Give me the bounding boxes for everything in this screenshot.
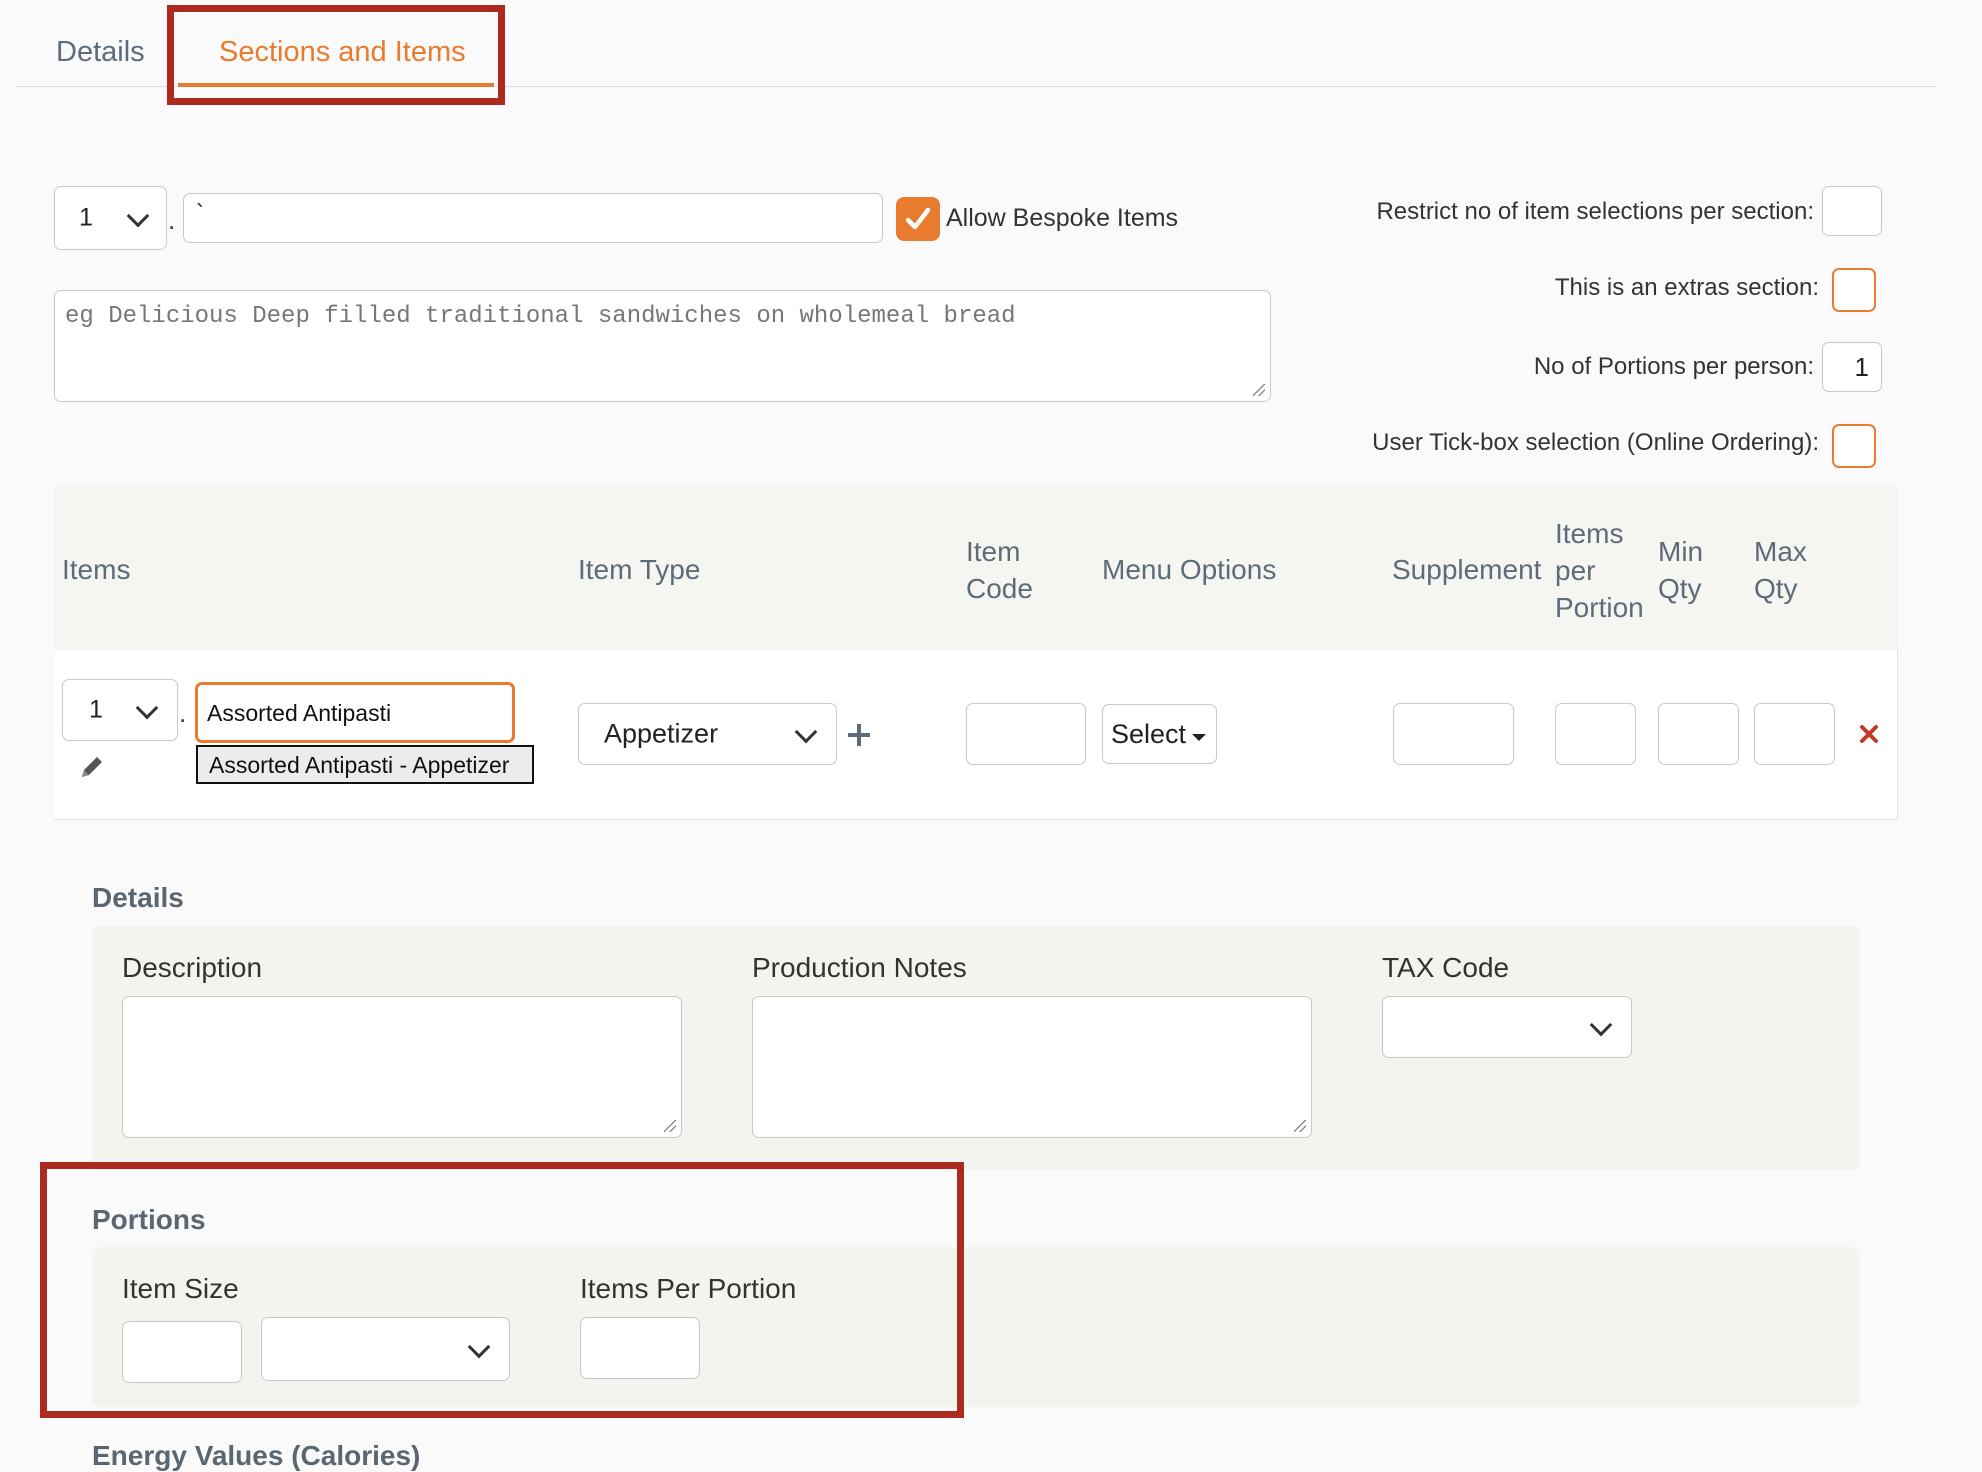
item-number-select[interactable]: 1 (62, 679, 178, 741)
section-name-value: ` (196, 200, 204, 227)
header-max-qty: Max Qty (1754, 536, 1807, 604)
description-textarea[interactable] (122, 996, 682, 1138)
item-type-select[interactable]: Appetizer (578, 703, 837, 765)
section-description-placeholder: eg Delicious Deep filled traditional san… (65, 303, 1016, 330)
extras-section-label: This is an extras section: (1554, 274, 1819, 301)
header-min-qty: Min Qty (1658, 536, 1704, 604)
pencil-icon[interactable] (77, 752, 107, 782)
item-code-input[interactable] (966, 703, 1086, 765)
energy-section-title: Energy Values (Calories) (92, 1440, 421, 1471)
portions-per-person-value: 1 (1854, 352, 1869, 382)
delete-row-icon[interactable] (1859, 724, 1879, 744)
chevron-down-icon (135, 696, 159, 720)
extras-section-checkbox[interactable] (1832, 268, 1876, 312)
menu-options-button-label: Select (1111, 719, 1187, 749)
resize-handle-icon[interactable] (664, 1120, 676, 1132)
details-section-title: Details (92, 882, 184, 913)
check-icon (905, 207, 931, 230)
section-number-value: 1 (79, 203, 93, 232)
items-per-portion-input[interactable] (1555, 703, 1636, 765)
highlight-box-portions (40, 1162, 964, 1418)
section-number-separator: . (168, 205, 176, 235)
tax-code-select[interactable] (1382, 996, 1632, 1058)
chevron-down-icon (794, 720, 818, 744)
production-notes-textarea[interactable] (752, 996, 1312, 1138)
header-items-per-portion: Items per Portion (1555, 518, 1644, 623)
tab-details[interactable]: Details (56, 36, 145, 69)
allow-bespoke-label: Allow Bespoke Items (946, 204, 1179, 232)
description-label: Description (122, 952, 263, 983)
user-tickbox-label: User Tick-box selection (Online Ordering… (1372, 429, 1819, 456)
section-description-textarea[interactable]: eg Delicious Deep filled traditional san… (54, 290, 1271, 402)
resize-handle-icon[interactable] (1253, 384, 1265, 396)
production-notes-label: Production Notes (752, 952, 967, 983)
header-items: Items (62, 554, 131, 585)
supplement-input[interactable] (1393, 703, 1514, 765)
header-item-code: Item Code (966, 536, 1033, 604)
menu-options-select-button[interactable]: Select (1102, 704, 1217, 764)
chevron-down-icon (126, 204, 150, 228)
portions-per-person-input[interactable]: 1 (1822, 342, 1882, 392)
header-item-type: Item Type (578, 554, 701, 585)
item-number-separator: . (179, 698, 187, 728)
autocomplete-suggestion-text: Assorted Antipasti - Appetizer (209, 752, 510, 778)
header-menu-options: Menu Options (1102, 554, 1277, 585)
autocomplete-suggestion[interactable]: Assorted Antipasti - Appetizer (196, 745, 534, 784)
item-number-value: 1 (89, 695, 103, 724)
portions-per-person-label: No of Portions per person: (1533, 353, 1814, 380)
user-tickbox-checkbox[interactable] (1832, 424, 1876, 468)
section-number-select[interactable]: 1 (54, 186, 167, 250)
restrict-selections-input[interactable] (1822, 186, 1882, 236)
restrict-selections-label: Restrict no of item selections per secti… (1376, 198, 1814, 225)
header-supplement: Supplement (1392, 554, 1542, 585)
min-qty-input[interactable] (1658, 703, 1739, 765)
tax-code-label: TAX Code (1382, 952, 1510, 983)
max-qty-input[interactable] (1754, 703, 1835, 765)
allow-bespoke-checkbox[interactable] (896, 197, 940, 241)
plus-icon[interactable] (846, 722, 872, 748)
section-name-input[interactable]: ` (183, 193, 883, 243)
item-name-input[interactable]: Assorted Antipasti (195, 682, 515, 743)
caret-down-icon (1192, 734, 1206, 741)
resize-handle-icon[interactable] (1294, 1120, 1306, 1132)
item-name-value: Assorted Antipasti (207, 700, 392, 726)
chevron-down-icon (1589, 1013, 1613, 1037)
item-type-value: Appetizer (604, 718, 719, 749)
highlight-box-tab (167, 5, 505, 105)
